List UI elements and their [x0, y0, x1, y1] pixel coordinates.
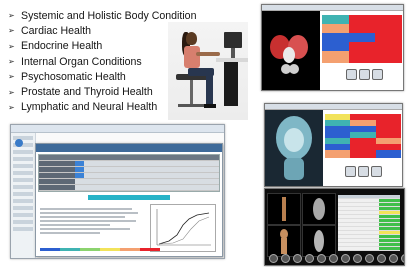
arrow-bullet-icon: ➢ [8, 72, 15, 82]
tool-icon[interactable] [281, 254, 290, 263]
tool-icon[interactable] [346, 69, 357, 80]
monitor [224, 32, 242, 48]
curve-chart [150, 204, 216, 252]
tool-icon[interactable] [365, 254, 374, 263]
condition-item: ➢ Systemic and Holistic Body Condition [8, 9, 197, 22]
results-table [38, 154, 220, 192]
tool-icon[interactable] [305, 254, 314, 263]
bottom-toolbar [269, 254, 404, 263]
screenshot-torso-heatmap [264, 103, 403, 187]
tool-icon[interactable] [389, 254, 398, 263]
heatmap-grid [322, 15, 403, 63]
tool-icon[interactable] [345, 166, 356, 177]
app-logo-icon [15, 139, 23, 147]
torso-model-image [276, 116, 312, 180]
scan-viewport[interactable] [302, 193, 336, 225]
person-head [186, 32, 197, 45]
tool-icon[interactable] [359, 69, 370, 80]
dialog-titlebar [36, 144, 222, 152]
scan-viewport[interactable] [302, 225, 336, 257]
results-table [338, 195, 401, 251]
arrow-bullet-icon: ➢ [8, 26, 15, 36]
tool-icon[interactable] [269, 254, 278, 263]
heatmap-grid [325, 114, 401, 158]
report-text [40, 208, 140, 236]
color-scale [40, 248, 160, 251]
results-dialog [35, 143, 223, 257]
patient-at-computer-photo [168, 22, 248, 120]
tab-2[interactable] [17, 125, 23, 132]
tool-icon[interactable] [377, 254, 386, 263]
tool-icon[interactable] [371, 166, 382, 177]
window-tab-strip [11, 125, 224, 133]
torso-3d-view [265, 110, 323, 186]
scan-viewport[interactable] [267, 225, 301, 257]
arrow-bullet-icon: ➢ [8, 41, 15, 51]
tool-icon[interactable] [353, 254, 362, 263]
chart-series-line [158, 216, 210, 245]
tool-icon[interactable] [329, 254, 338, 263]
organ-3d-view [262, 11, 320, 90]
toolbar-icons [346, 69, 383, 80]
arrow-bullet-icon: ➢ [8, 11, 15, 21]
pelvis-model-image [270, 35, 308, 74]
tool-icon[interactable] [358, 166, 369, 177]
tool-icon[interactable] [341, 254, 350, 263]
table-row[interactable] [39, 185, 219, 191]
left-sidebar [11, 133, 36, 258]
arrow-bullet-icon: ➢ [8, 57, 15, 67]
tool-icon[interactable] [372, 69, 383, 80]
pc-tower [224, 62, 238, 106]
tool-icon[interactable] [293, 254, 302, 263]
analysis-software-window [10, 124, 225, 259]
toolbar-icons [345, 166, 382, 177]
tool-icon[interactable] [317, 254, 326, 263]
scan-viewport[interactable] [267, 193, 301, 225]
chart-series-line [158, 212, 210, 245]
section-header-bar[interactable] [88, 195, 170, 200]
screenshot-organ-heatmap [261, 4, 404, 91]
person-torso [184, 46, 200, 68]
arrow-bullet-icon: ➢ [8, 87, 15, 97]
arrow-bullet-icon: ➢ [8, 102, 15, 112]
tool-icon[interactable] [401, 254, 404, 263]
screenshot-multi-scan-table [264, 188, 405, 266]
